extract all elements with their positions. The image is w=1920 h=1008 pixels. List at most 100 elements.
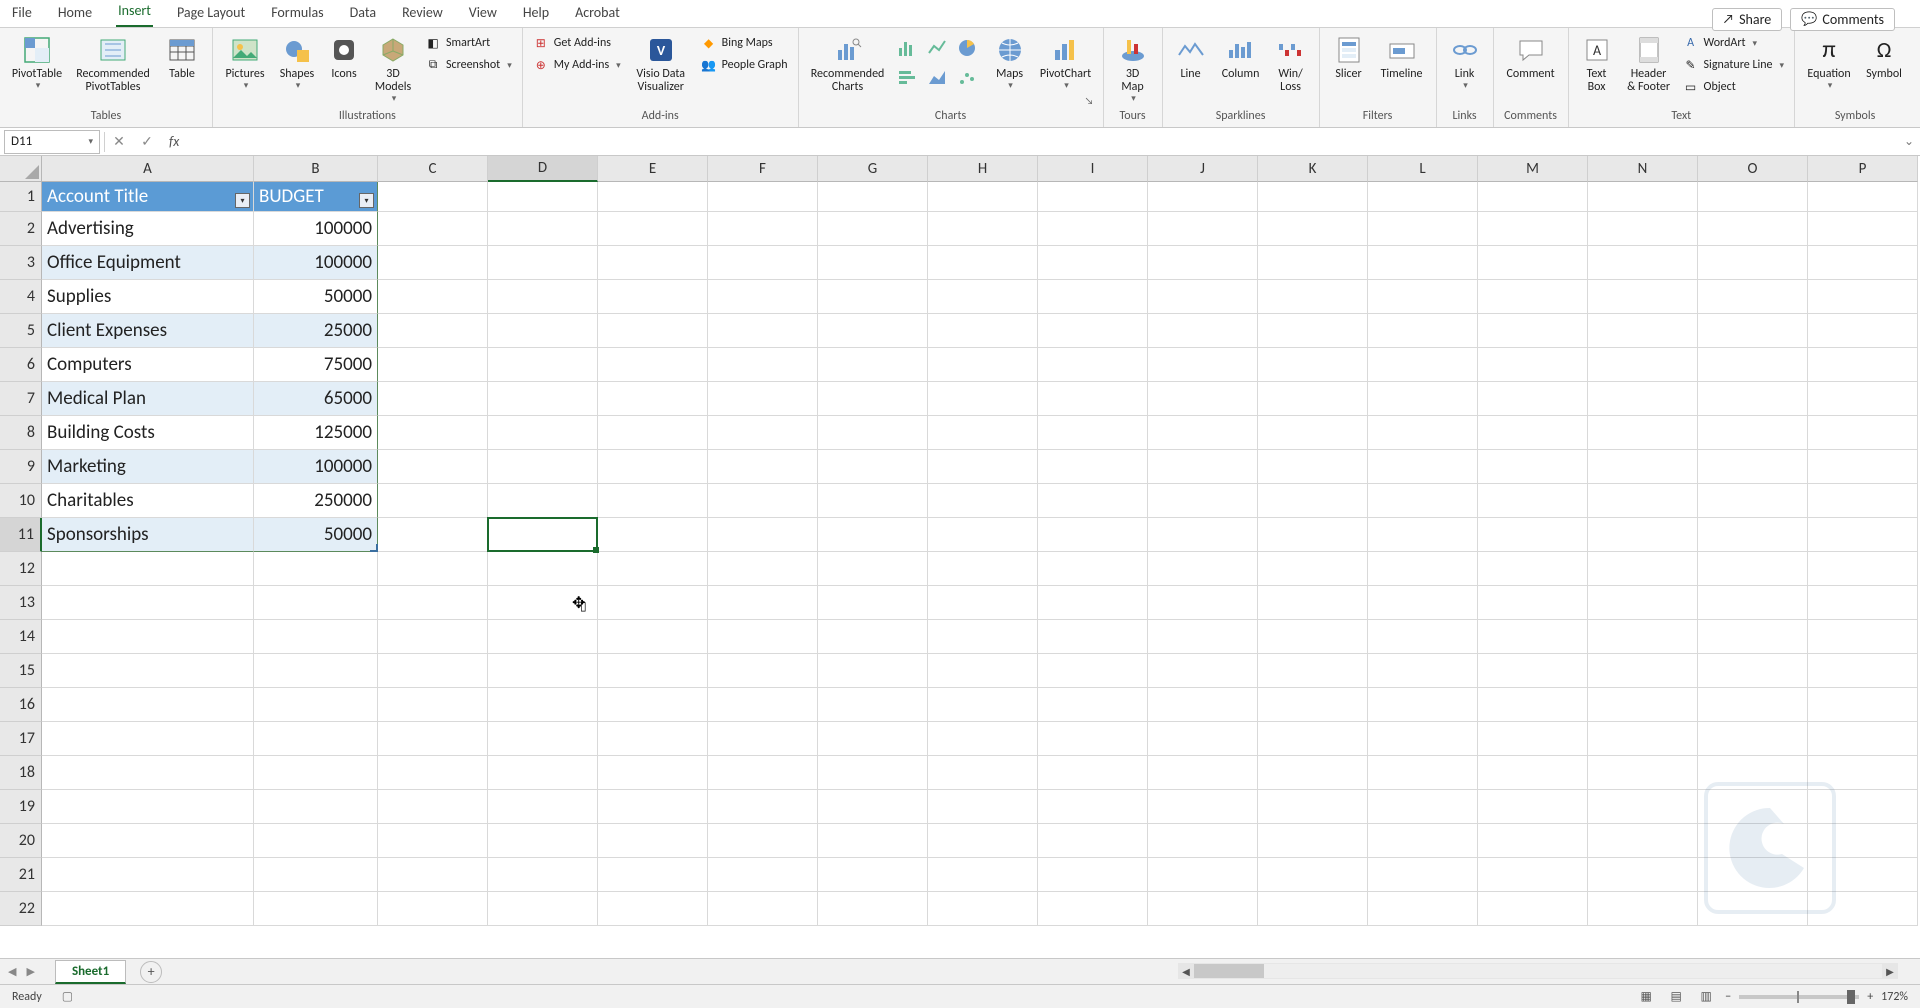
collapse-ribbon-button[interactable]: ᐱ <box>1915 28 1920 127</box>
sheet-tab-active[interactable]: Sheet1 <box>55 960 126 984</box>
cell-F20[interactable] <box>708 824 818 858</box>
cell-C11[interactable] <box>378 518 488 552</box>
cell-L22[interactable] <box>1368 892 1478 926</box>
tab-formulas[interactable]: Formulas <box>269 0 325 27</box>
wordart-button[interactable]: AWordArt▾ <box>1679 33 1789 53</box>
headerfooter-button[interactable]: Header & Footer <box>1621 30 1677 96</box>
cell-J16[interactable] <box>1148 688 1258 722</box>
cell-I18[interactable] <box>1038 756 1148 790</box>
cell-F22[interactable] <box>708 892 818 926</box>
cell-H1[interactable] <box>928 182 1038 212</box>
cell-M3[interactable] <box>1478 246 1588 280</box>
bing-maps-button[interactable]: ◆Bing Maps <box>697 33 792 53</box>
cell-N21[interactable] <box>1588 858 1698 892</box>
cell-I11[interactable] <box>1038 518 1148 552</box>
cell-J6[interactable] <box>1148 348 1258 382</box>
cell-D12[interactable] <box>488 552 598 586</box>
cell-M12[interactable] <box>1478 552 1588 586</box>
cell-K14[interactable] <box>1258 620 1368 654</box>
cell-G1[interactable] <box>818 182 928 212</box>
cell-E10[interactable] <box>598 484 708 518</box>
cell-N4[interactable] <box>1588 280 1698 314</box>
cell-I20[interactable] <box>1038 824 1148 858</box>
cell-E13[interactable] <box>598 586 708 620</box>
enter-formula-button[interactable]: ✓ <box>133 133 161 150</box>
cell-G2[interactable] <box>818 212 928 246</box>
cell-G10[interactable] <box>818 484 928 518</box>
cell-B19[interactable] <box>254 790 378 824</box>
cell-M8[interactable] <box>1478 416 1588 450</box>
cell-G16[interactable] <box>818 688 928 722</box>
tab-help[interactable]: Help <box>521 0 551 27</box>
view-page-break-button[interactable]: ▥ <box>1695 988 1717 1006</box>
cell-M22[interactable] <box>1478 892 1588 926</box>
cell-B10[interactable]: 250000 <box>254 484 378 518</box>
cell-E4[interactable] <box>598 280 708 314</box>
cell-K19[interactable] <box>1258 790 1368 824</box>
cell-I17[interactable] <box>1038 722 1148 756</box>
cell-D21[interactable] <box>488 858 598 892</box>
cell-O7[interactable] <box>1698 382 1808 416</box>
sigline-button[interactable]: ✎Signature Line▾ <box>1679 55 1789 75</box>
tab-file[interactable]: File <box>10 0 34 27</box>
charts-launcher[interactable]: ↘ <box>805 94 1097 107</box>
cell-A14[interactable] <box>42 620 254 654</box>
cell-D11[interactable] <box>488 518 598 552</box>
cell-F15[interactable] <box>708 654 818 688</box>
cell-J12[interactable] <box>1148 552 1258 586</box>
cell-G5[interactable] <box>818 314 928 348</box>
cell-P12[interactable] <box>1808 552 1918 586</box>
cell-M19[interactable] <box>1478 790 1588 824</box>
cell-L18[interactable] <box>1368 756 1478 790</box>
cell-M2[interactable] <box>1478 212 1588 246</box>
cell-E1[interactable] <box>598 182 708 212</box>
cell-A8[interactable]: Building Costs <box>42 416 254 450</box>
my-addins-button[interactable]: ⊕My Add-ins▾ <box>529 55 625 75</box>
cell-M11[interactable] <box>1478 518 1588 552</box>
column-header-B[interactable]: B <box>254 156 378 182</box>
cell-A16[interactable] <box>42 688 254 722</box>
cell-F1[interactable] <box>708 182 818 212</box>
cell-K15[interactable] <box>1258 654 1368 688</box>
sparkline-winloss-button[interactable]: Win/ Loss <box>1269 30 1313 96</box>
cell-J14[interactable] <box>1148 620 1258 654</box>
cell-O8[interactable] <box>1698 416 1808 450</box>
filter-button-account-title[interactable]: ▾ <box>235 193 250 208</box>
cell-D5[interactable] <box>488 314 598 348</box>
cell-D3[interactable] <box>488 246 598 280</box>
cell-J1[interactable] <box>1148 182 1258 212</box>
cell-A21[interactable] <box>42 858 254 892</box>
cell-B4[interactable]: 50000 <box>254 280 378 314</box>
share-button[interactable]: ↗ Share <box>1712 8 1783 31</box>
cell-M1[interactable] <box>1478 182 1588 212</box>
cell-C18[interactable] <box>378 756 488 790</box>
cell-I22[interactable] <box>1038 892 1148 926</box>
cell-E19[interactable] <box>598 790 708 824</box>
zoom-in-button[interactable]: + <box>1867 990 1873 1004</box>
cell-O15[interactable] <box>1698 654 1808 688</box>
equation-button[interactable]: π Equation▾ <box>1801 30 1857 93</box>
cell-G3[interactable] <box>818 246 928 280</box>
sheet-nav[interactable]: ◀▶ <box>0 965 43 978</box>
cell-L1[interactable] <box>1368 182 1478 212</box>
cell-J2[interactable] <box>1148 212 1258 246</box>
cell-C16[interactable] <box>378 688 488 722</box>
cell-P10[interactable] <box>1808 484 1918 518</box>
row-header-9[interactable]: 9 <box>0 450 42 484</box>
tab-review[interactable]: Review <box>400 0 445 27</box>
cell-A5[interactable]: Client Expenses <box>42 314 254 348</box>
cell-O6[interactable] <box>1698 348 1808 382</box>
cell-G20[interactable] <box>818 824 928 858</box>
cell-F19[interactable] <box>708 790 818 824</box>
select-all-corner[interactable] <box>0 156 42 182</box>
column-header-G[interactable]: G <box>818 156 928 182</box>
cell-N13[interactable] <box>1588 586 1698 620</box>
cell-D10[interactable] <box>488 484 598 518</box>
cell-C20[interactable] <box>378 824 488 858</box>
column-header-F[interactable]: F <box>708 156 818 182</box>
cell-A4[interactable]: Supplies <box>42 280 254 314</box>
cell-B13[interactable] <box>254 586 378 620</box>
worksheet-area[interactable]: ABCDEFGHIJKLMNOP 12345678910111213141516… <box>0 156 1920 934</box>
tab-data[interactable]: Data <box>348 0 378 27</box>
cell-P1[interactable] <box>1808 182 1918 212</box>
